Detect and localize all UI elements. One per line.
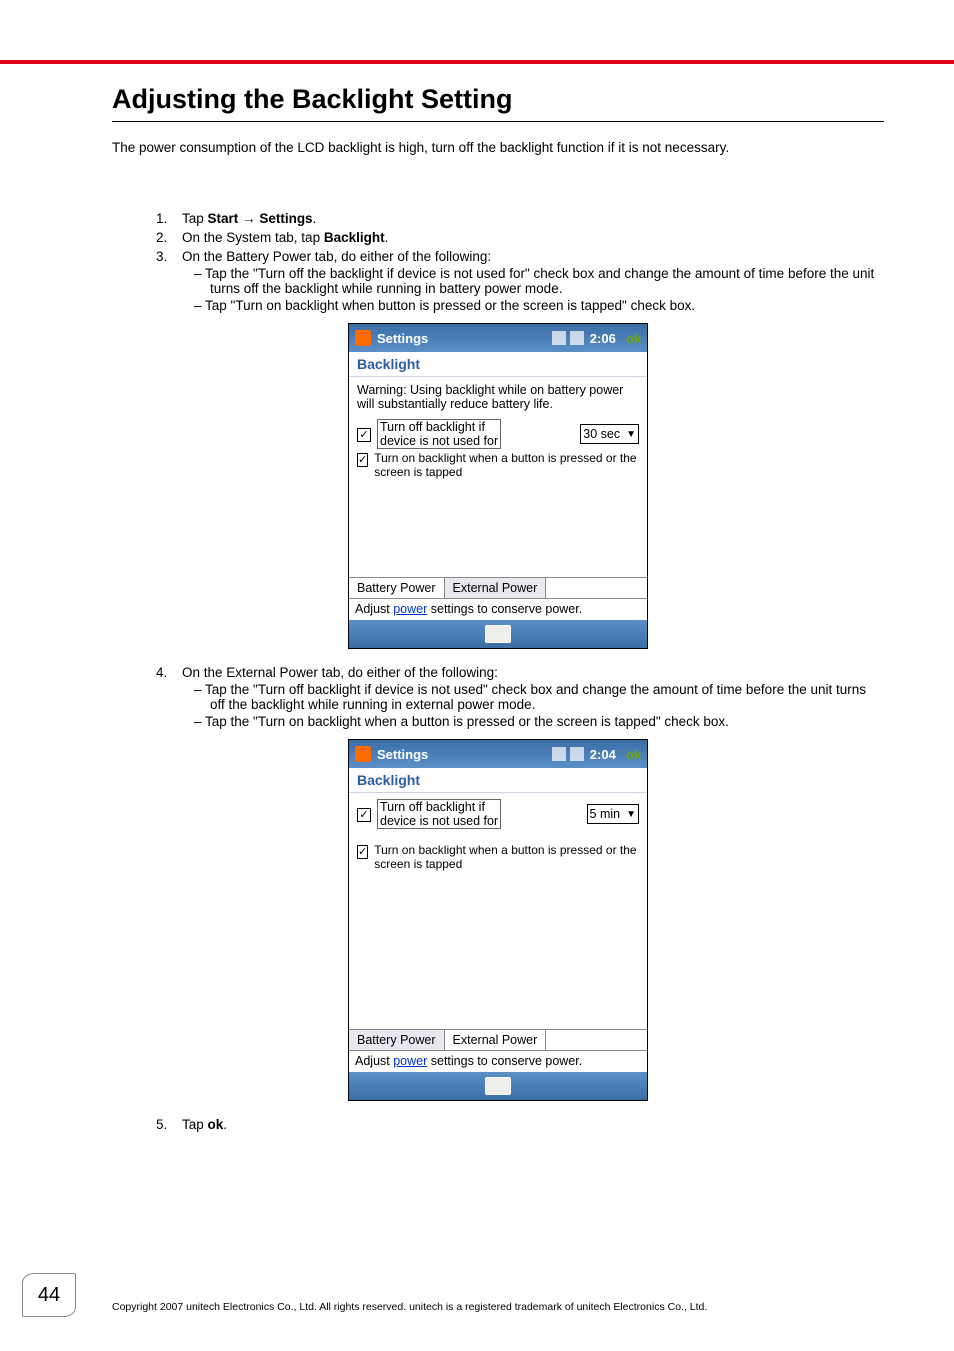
wm-tabs: Battery Power External Power xyxy=(349,577,647,598)
step-3-num: 3. xyxy=(156,249,182,264)
keyboard-icon[interactable] xyxy=(485,625,511,643)
step-2-b1: Backlight xyxy=(324,230,385,245)
ok-button[interactable]: ok xyxy=(626,331,641,346)
wm-body: Turn off backlight if device is not used… xyxy=(349,793,647,1029)
checkbox-turn-off-backlight[interactable] xyxy=(357,808,371,822)
wm-bottombar xyxy=(349,1072,647,1100)
keyboard-icon[interactable] xyxy=(485,1077,511,1095)
step-1-num: 1. xyxy=(156,211,182,226)
wm-subtitle: Backlight xyxy=(349,768,647,793)
header-red-rule xyxy=(0,60,954,64)
timeout-select[interactable]: 5 min ▼ xyxy=(587,804,639,824)
step-4-text: On the External Power tab, do either of … xyxy=(182,665,498,680)
step-4-sub-2: Tap the "Turn on backlight when a button… xyxy=(194,714,884,729)
wm-subtitle: Backlight xyxy=(349,352,647,377)
chevron-down-icon: ▼ xyxy=(626,809,636,820)
step-1-arrow: → xyxy=(238,211,259,226)
step-2-num: 2. xyxy=(156,230,182,245)
step-5: 5.Tap ok. xyxy=(156,1117,884,1132)
step-3-text: On the Battery Power tab, do either of t… xyxy=(182,249,491,264)
wm-title: Settings xyxy=(377,747,546,762)
step-4-num: 4. xyxy=(156,665,182,680)
wm-bottombar xyxy=(349,620,647,648)
heading-rule xyxy=(112,121,884,122)
checkbox-1-label: Turn off backlight if device is not used… xyxy=(377,419,501,449)
checkbox-turn-on-backlight[interactable] xyxy=(357,845,368,859)
chevron-down-icon: ▼ xyxy=(626,429,636,440)
wm-titlebar: Settings 2:06 ok xyxy=(349,324,647,352)
checkbox-turn-on-backlight[interactable] xyxy=(357,453,368,467)
checkbox-1-label: Turn off backlight if device is not used… xyxy=(377,799,501,829)
tab-battery-power[interactable]: Battery Power xyxy=(349,578,445,598)
clock: 2:06 xyxy=(590,331,616,346)
wm-title: Settings xyxy=(377,331,546,346)
signal-icon xyxy=(552,331,566,345)
ok-button[interactable]: ok xyxy=(626,747,641,762)
checkbox-2-label: Turn on backlight when a button is press… xyxy=(374,451,639,479)
timeout-select-value: 30 sec xyxy=(583,427,620,441)
step-3: 3.On the Battery Power tab, do either of… xyxy=(156,249,884,313)
cb1-line1: Turn off backlight if xyxy=(380,800,485,814)
step-2-post: . xyxy=(385,230,389,245)
wm-footer-text: Adjust power settings to conserve power. xyxy=(349,1050,647,1072)
footer-pre: Adjust xyxy=(355,602,393,616)
tab-external-power[interactable]: External Power xyxy=(445,578,547,598)
step-5-pre: Tap xyxy=(182,1117,208,1132)
page-heading: Adjusting the Backlight Setting xyxy=(112,84,884,115)
step-2: 2.On the System tab, tap Backlight. xyxy=(156,230,884,245)
step-2-pre: On the System tab, tap xyxy=(182,230,324,245)
screenshot-battery-power: Settings 2:06 ok Backlight Warning: Usin… xyxy=(348,323,648,649)
checkbox-2-label: Turn on backlight when a button is press… xyxy=(374,843,639,871)
clock: 2:04 xyxy=(590,747,616,762)
status-icons xyxy=(552,331,584,345)
intro-text: The power consumption of the LCD backlig… xyxy=(112,140,884,155)
step-5-b1: ok xyxy=(208,1117,224,1132)
tab-external-power[interactable]: External Power xyxy=(445,1030,547,1050)
step-1-b2: Settings xyxy=(259,211,312,226)
screenshot-external-power: Settings 2:04 ok Backlight Turn off back… xyxy=(348,739,648,1101)
power-link[interactable]: power xyxy=(393,1054,427,1068)
volume-icon xyxy=(570,747,584,761)
cb1-line2: device is not used for xyxy=(380,814,498,828)
step-5-post: . xyxy=(223,1117,227,1132)
wm-footer-text: Adjust power settings to conserve power. xyxy=(349,598,647,620)
checkbox-turn-off-backlight[interactable] xyxy=(357,428,371,442)
timeout-select-value: 5 min xyxy=(590,807,621,821)
signal-icon xyxy=(552,747,566,761)
wm-body: Warning: Using backlight while on batter… xyxy=(349,377,647,577)
step-4-sub-1: Tap the "Turn off backlight if device is… xyxy=(194,682,884,712)
copyright-footer: Copyright 2007 unitech Electronics Co., … xyxy=(112,1301,930,1313)
footer-post: settings to conserve power. xyxy=(427,602,582,616)
step-5-num: 5. xyxy=(156,1117,182,1132)
warning-text: Warning: Using backlight while on batter… xyxy=(357,383,639,411)
step-4: 4.On the External Power tab, do either o… xyxy=(156,665,884,729)
tab-battery-power[interactable]: Battery Power xyxy=(349,1030,445,1050)
power-link[interactable]: power xyxy=(393,602,427,616)
cb1-line2: device is not used for xyxy=(380,434,498,448)
step-3-sub-1: Tap the "Turn off the backlight if devic… xyxy=(194,266,884,296)
step-3-sub-2: Tap "Turn on backlight when button is pr… xyxy=(194,298,884,313)
status-icons xyxy=(552,747,584,761)
wm-titlebar: Settings 2:04 ok xyxy=(349,740,647,768)
start-flag-icon[interactable] xyxy=(355,330,371,346)
start-flag-icon[interactable] xyxy=(355,746,371,762)
step-1-post: . xyxy=(313,211,317,226)
footer-post: settings to conserve power. xyxy=(427,1054,582,1068)
step-1-pre: Tap xyxy=(182,211,208,226)
volume-icon xyxy=(570,331,584,345)
cb1-line1: Turn off backlight if xyxy=(380,420,485,434)
page-number: 44 xyxy=(22,1273,76,1317)
wm-tabs: Battery Power External Power xyxy=(349,1029,647,1050)
step-1: 1.Tap Start → Settings. xyxy=(156,211,884,226)
step-1-b1: Start xyxy=(208,211,239,226)
footer-pre: Adjust xyxy=(355,1054,393,1068)
timeout-select[interactable]: 30 sec ▼ xyxy=(580,424,639,444)
